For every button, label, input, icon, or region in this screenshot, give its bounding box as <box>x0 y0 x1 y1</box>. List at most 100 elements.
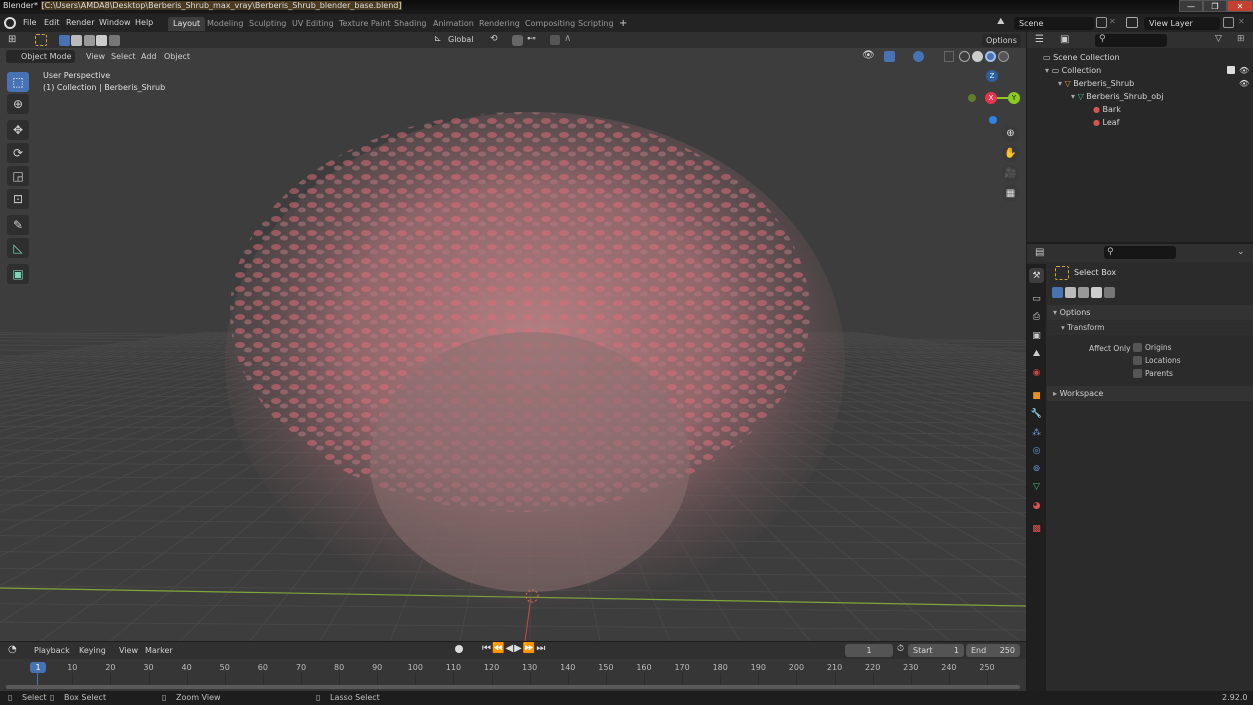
tab-output[interactable]: ⎙ <box>1029 309 1044 324</box>
scene-icon[interactable]: ⛰ <box>997 17 1013 29</box>
tool-add-cube[interactable]: ▣ <box>7 264 29 284</box>
menu-file[interactable]: File <box>19 16 40 30</box>
remove-scene-icon[interactable]: ✕ <box>1109 17 1116 26</box>
editor-type-icon[interactable]: ⊞ <box>8 34 16 45</box>
snap-target-icon[interactable]: ⊷ <box>527 34 536 44</box>
tool-transform[interactable]: ⊡ <box>7 189 29 209</box>
proportional-edit-icon[interactable] <box>550 35 560 45</box>
menu-view[interactable]: View <box>82 50 109 63</box>
orientation-dropdown[interactable]: Global <box>444 33 478 46</box>
start-frame-field[interactable]: Start 1 <box>908 644 964 657</box>
display-mode-icon[interactable]: ▣ <box>1060 34 1069 45</box>
pivot-point-icon[interactable]: ⟲ <box>490 34 498 44</box>
properties-editor-icon[interactable]: ▤ <box>1035 247 1044 258</box>
auto-keying-icon[interactable] <box>455 645 463 653</box>
tab-modeling[interactable]: Modeling <box>202 17 248 31</box>
solid-shading-icon[interactable] <box>972 51 983 62</box>
gizmo-y-axis[interactable]: Y <box>1008 92 1020 104</box>
tab-animation[interactable]: Animation <box>428 17 479 31</box>
falloff-icon[interactable]: ∧ <box>564 33 571 44</box>
new-collection-icon[interactable]: ⊞ <box>1237 34 1245 44</box>
menu-add[interactable]: Add <box>137 50 161 63</box>
mode-invert-icon[interactable] <box>96 35 107 46</box>
remove-view-layer-icon[interactable]: ✕ <box>1238 17 1245 26</box>
3d-viewport[interactable]: ⊞ ⊾ Global ⟲ ⊷ ∧ Options Object Mode Vie… <box>0 32 1026 641</box>
timeline-area[interactable]: 10 20 30 40 50 60 70 80 90 100 110 120 130 140 150 160 1… <box>0 659 1026 691</box>
prev-keyframe-icon[interactable]: ⏪ <box>492 643 505 654</box>
options-dropdown[interactable]: Options <box>982 34 1021 47</box>
playhead[interactable]: 1 <box>30 662 46 673</box>
menu-object[interactable]: Object <box>160 50 194 63</box>
tree-item-leaf[interactable]: ● Leaf <box>1093 116 1120 129</box>
exclude-checkbox[interactable] <box>1227 66 1235 74</box>
end-frame-field[interactable]: End 250 <box>966 644 1020 657</box>
play-icon[interactable]: ▶ <box>514 643 523 654</box>
gizmo-neg-y[interactable] <box>968 94 976 102</box>
timeline-scrollbar[interactable] <box>6 685 1020 689</box>
tree-item-mesh[interactable]: ▾ ▽ Berberis_Shrub_obj <box>1071 90 1163 103</box>
filter-icon[interactable]: ▽ <box>1215 34 1222 44</box>
eye-icon[interactable]: 👁 <box>1239 64 1249 77</box>
menu-render[interactable]: Render <box>62 16 98 30</box>
tab-sculpting[interactable]: Sculpting <box>244 17 291 31</box>
tab-compositing[interactable]: Compositing <box>520 17 580 31</box>
eye-icon[interactable]: 👁 <box>1239 77 1249 90</box>
blender-logo-icon[interactable] <box>4 17 16 29</box>
rendered-shading-icon[interactable] <box>998 51 1009 62</box>
tab-physics[interactable]: ◎ <box>1029 443 1044 458</box>
mode-intersect-icon[interactable] <box>109 35 120 46</box>
minimize-button[interactable]: — <box>1179 0 1203 12</box>
gizmo-neg-z[interactable] <box>989 116 997 124</box>
tab-data[interactable]: ▽ <box>1029 479 1044 494</box>
tab-particles[interactable]: ⁂ <box>1029 425 1044 440</box>
new-view-layer-icon[interactable] <box>1223 17 1234 28</box>
menu-select[interactable]: Select <box>107 50 140 63</box>
pan-view-button[interactable]: ✋ <box>1002 145 1019 162</box>
tab-layout[interactable]: Layout <box>168 17 206 31</box>
gizmo-x-axis[interactable]: X <box>985 92 997 104</box>
mode-set-icon[interactable] <box>59 35 70 46</box>
wireframe-shading-icon[interactable] <box>959 51 970 62</box>
mode-extend-icon[interactable] <box>1065 287 1076 298</box>
jump-start-icon[interactable]: ⏮ <box>482 643 492 654</box>
tab-modifiers[interactable]: 🔧 <box>1029 406 1044 421</box>
mode-invert-icon[interactable] <box>1091 287 1102 298</box>
menu-view[interactable]: View <box>115 644 142 657</box>
menu-help[interactable]: Help <box>131 16 157 30</box>
tab-constraints[interactable]: ⊚ <box>1029 461 1044 476</box>
tab-tool[interactable]: ⚒ <box>1029 268 1044 283</box>
tab-shading[interactable]: Shading <box>389 17 432 31</box>
menu-window[interactable]: Window <box>95 16 135 30</box>
keying-dropdown[interactable]: Keying <box>75 644 110 657</box>
tab-object[interactable]: ■ <box>1029 388 1044 403</box>
parents-checkbox[interactable] <box>1133 369 1142 378</box>
xray-toggle-icon[interactable] <box>944 51 954 62</box>
tool-rotate[interactable]: ⟳ <box>7 143 29 163</box>
tab-material[interactable]: ◕ <box>1029 498 1044 513</box>
tree-scene-collection[interactable]: ▭ Scene Collection <box>1043 51 1120 64</box>
tab-scene[interactable]: ⛰ <box>1029 346 1044 361</box>
mode-extend-icon[interactable] <box>71 35 82 46</box>
workspace-panel-header[interactable]: ▸ Workspace <box>1047 386 1253 401</box>
tab-render[interactable]: ▭ <box>1029 291 1044 306</box>
close-button[interactable]: ✕ <box>1227 0 1253 12</box>
mode-subtract-icon[interactable] <box>84 35 95 46</box>
playback-dropdown[interactable]: Playback <box>30 644 74 657</box>
mode-subtract-icon[interactable] <box>1078 287 1089 298</box>
jump-end-icon[interactable]: ⏭ <box>536 643 546 654</box>
tool-select-box[interactable]: ⬚ <box>7 72 29 92</box>
maximize-button[interactable]: ❐ <box>1203 0 1227 12</box>
gizmo-toggle-icon[interactable] <box>884 51 895 62</box>
timeline-editor-icon[interactable]: ◔ <box>8 644 17 655</box>
mode-dropdown[interactable]: Object Mode <box>6 50 76 63</box>
tool-annotate[interactable]: ✎ <box>7 215 29 235</box>
outliner-editor-icon[interactable]: ☰ <box>1035 34 1044 45</box>
locations-checkbox[interactable] <box>1133 356 1142 365</box>
tab-texture-paint[interactable]: Texture Paint <box>334 17 396 31</box>
visibility-icon[interactable]: 👁 <box>862 50 875 61</box>
tab-uv-editing[interactable]: UV Editing <box>287 17 339 31</box>
tab-texture[interactable]: ▩ <box>1029 521 1044 536</box>
gizmo-z-axis[interactable]: Z <box>986 70 998 82</box>
overlays-toggle-icon[interactable] <box>913 51 924 62</box>
orientation-icon[interactable]: ⊾ <box>434 34 442 44</box>
